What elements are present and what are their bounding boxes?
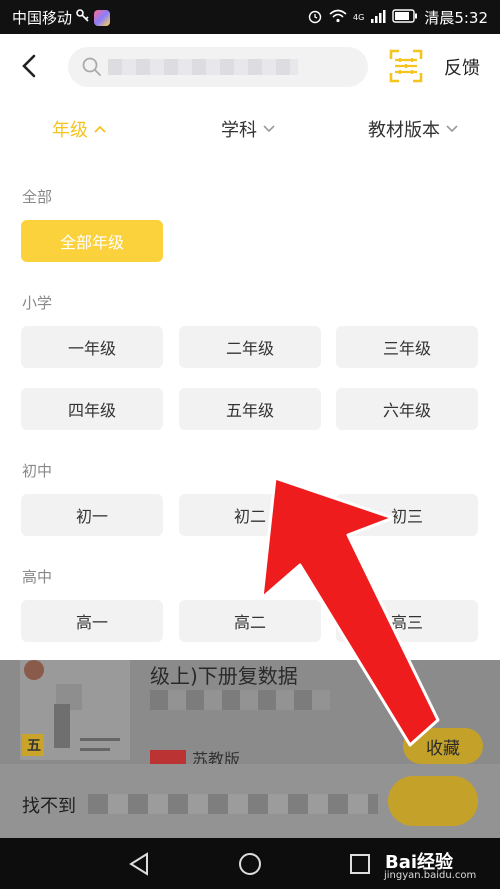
grade-chip-grade5[interactable]: 五年级 xyxy=(179,388,321,430)
carrier-label: 中国移动 xyxy=(12,9,73,27)
section-label-all: 全部 xyxy=(22,188,53,206)
grade-chip-grade2[interactable]: 二年级 xyxy=(179,326,321,368)
key-icon xyxy=(76,8,90,27)
search-header: 反馈 xyxy=(0,34,500,98)
grade-chip-grade4[interactable]: 四年级 xyxy=(21,388,163,430)
collect-button[interactable]: 收藏 xyxy=(403,728,483,764)
grade-chip-grade3[interactable]: 三年级 xyxy=(336,326,478,368)
filter-tab-edition[interactable]: 教材版本 xyxy=(368,116,458,142)
clock-label: 清晨5:32 xyxy=(424,9,488,27)
scan-icon xyxy=(389,49,423,83)
grade-chip-senior1[interactable]: 高一 xyxy=(21,600,163,642)
book-title: 级上)下册复数据 xyxy=(150,664,298,688)
scan-button[interactable] xyxy=(388,48,424,84)
signal-icon xyxy=(370,9,386,27)
not-found-label: 找不到 xyxy=(22,796,76,817)
wifi-icon xyxy=(329,9,347,27)
grade-chip-all[interactable]: 全部年级 xyxy=(21,220,163,262)
nav-back-icon[interactable] xyxy=(125,850,153,878)
section-label-senior: 高中 xyxy=(22,568,53,586)
back-arrow-icon xyxy=(22,54,36,78)
status-bar: 中国移动 4G 清晨5:32 xyxy=(0,0,500,34)
cover-badge-label: 五 xyxy=(27,738,41,754)
not-found-banner: 找不到 xyxy=(0,764,500,838)
search-input[interactable] xyxy=(68,47,368,87)
grade-chip-grade1[interactable]: 一年级 xyxy=(21,326,163,368)
filter-tab-label: 年级 xyxy=(52,120,88,141)
app-notification-icon xyxy=(94,9,111,26)
section-label-junior: 初中 xyxy=(22,462,53,480)
grade-chip-grade6[interactable]: 六年级 xyxy=(336,388,478,430)
alarm-icon xyxy=(307,8,323,28)
book-subtitle-blurred xyxy=(150,690,330,710)
chevron-up-icon xyxy=(94,125,106,133)
grade-chip-junior2[interactable]: 初二 xyxy=(179,494,321,536)
system-nav-bar: Bai经验 jingyan.baidu.com xyxy=(0,838,500,889)
grade-chip-senior3[interactable]: 高三 xyxy=(336,600,478,642)
dimmed-background-overlay[interactable]: 五 级上)下册复数据 苏教版 收藏 找不到 xyxy=(0,660,500,838)
chevron-down-icon xyxy=(263,125,275,133)
filter-bar: 年级 学科 教材版本 xyxy=(0,98,500,158)
baidu-watermark-url: jingyan.baidu.com xyxy=(384,870,477,881)
grade-chip-junior3[interactable]: 初三 xyxy=(336,494,478,536)
back-button[interactable] xyxy=(14,50,46,82)
not-found-action-button[interactable] xyxy=(388,776,478,826)
filter-tab-grade[interactable]: 年级 xyxy=(52,116,106,142)
feedback-button[interactable]: 反馈 xyxy=(444,54,480,80)
nav-recents-icon[interactable] xyxy=(346,850,374,878)
nav-home-icon[interactable] xyxy=(236,850,264,878)
battery-icon xyxy=(392,8,418,27)
grade-chip-senior2[interactable]: 高二 xyxy=(179,600,321,642)
section-label-primary: 小学 xyxy=(22,294,53,312)
book-cover-image: 五 xyxy=(20,660,130,760)
filter-tab-label: 教材版本 xyxy=(368,120,440,141)
search-query-blurred xyxy=(108,59,298,75)
grade-chip-junior1[interactable]: 初一 xyxy=(21,494,163,536)
chevron-down-icon xyxy=(446,125,458,133)
filter-tab-label: 学科 xyxy=(221,120,257,141)
not-found-text-blurred xyxy=(88,794,378,814)
grade-dropdown-panel: 全部 全部年级 小学 一年级 二年级 三年级 四年级 五年级 六年级 初中 初一… xyxy=(0,158,500,660)
network-type-label: 4G xyxy=(353,13,365,22)
search-icon xyxy=(82,57,101,76)
filter-tab-subject[interactable]: 学科 xyxy=(221,116,275,142)
